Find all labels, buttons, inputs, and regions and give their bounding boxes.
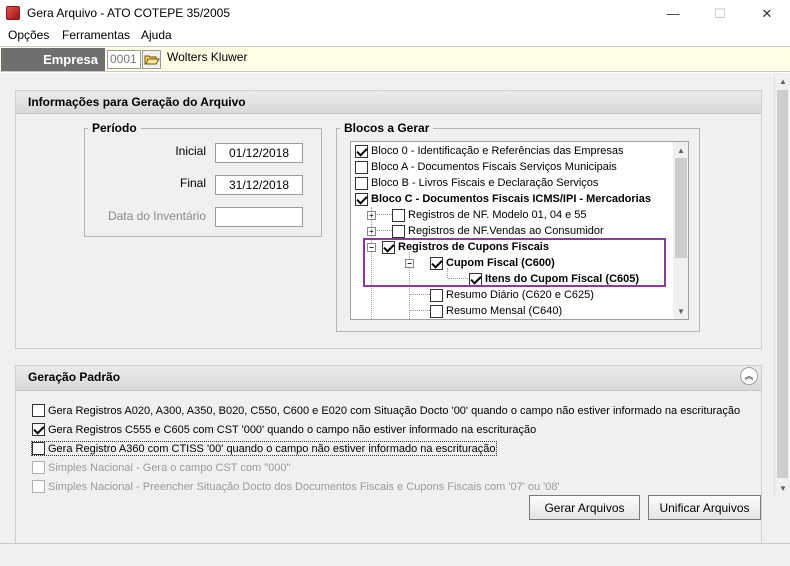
checkbox-resumo-diario[interactable]: [430, 288, 443, 302]
checkbox-nf-modelo[interactable]: [392, 208, 405, 222]
close-button[interactable]: ✕: [744, 0, 790, 27]
checkbox-option-5: [32, 480, 45, 493]
checkbox-bloco-b[interactable]: [355, 176, 368, 190]
periodo-title: Período: [88, 121, 141, 135]
blocos-tree: Bloco 0 - Identificação e Referências da…: [350, 141, 689, 320]
checkbox-bloco-a[interactable]: [355, 160, 368, 174]
window-title: Gera Arquivo - ATO COTEPE 35/2005: [27, 6, 230, 20]
tree-scroll-up-icon[interactable]: ▲: [673, 142, 688, 158]
tree-item-resumo-diario[interactable]: Resumo Diário (C620 e C625): [430, 287, 594, 303]
scroll-down-arrow-icon[interactable]: ▼: [775, 480, 790, 496]
option-cst-000[interactable]: Gera Registros C555 e C605 com CST '000'…: [32, 423, 536, 436]
maximize-button[interactable]: ☐: [697, 0, 743, 27]
menu-opcoes[interactable]: Opções: [8, 28, 49, 42]
tree-item-label: Resumo Mensal (C640): [446, 305, 563, 317]
geracao-panel-title: Geração Padrão: [16, 366, 761, 391]
checkbox-option-4: [32, 461, 45, 474]
option-label: Gera Registros A020, A300, A350, B020, C…: [48, 404, 741, 417]
empresa-name: Wolters Kluwer: [167, 50, 248, 64]
checkbox-bloco-0[interactable]: [355, 144, 368, 158]
scroll-thumb[interactable]: [777, 90, 788, 478]
empresa-code-field[interactable]: 0001: [107, 50, 141, 69]
chevron-double-up-icon[interactable]: ︽: [740, 367, 758, 385]
scroll-up-arrow-icon[interactable]: ▲: [775, 73, 790, 89]
final-date-field[interactable]: 31/12/2018: [215, 175, 303, 195]
tree-item-bloco-b[interactable]: Bloco B - Livros Fiscais e Declaração Se…: [355, 175, 598, 191]
app-icon: [6, 6, 20, 20]
option-simples-cst: Simples Nacional - Gera o campo CST com …: [32, 461, 290, 474]
checkbox-bloco-c[interactable]: [355, 192, 368, 206]
tree-item-resumo-mensal[interactable]: Resumo Mensal (C640): [430, 303, 562, 319]
checkbox-option-1[interactable]: [32, 404, 45, 417]
inventario-label: Data do Inventário: [107, 209, 206, 223]
info-panel-title: Informações para Geração do Arquivo: [16, 91, 761, 114]
tree-item-label: Registros de NF. Modelo 01, 04 e 55: [408, 209, 587, 221]
tree-item-label: Registros de NF.Vendas ao Consumidor: [408, 225, 604, 237]
checkbox-option-2[interactable]: [32, 423, 45, 436]
inventario-date-field[interactable]: [215, 207, 303, 227]
empresa-label: Empresa: [1, 48, 105, 71]
option-situacao-docto[interactable]: Gera Registros A020, A300, A350, B020, C…: [32, 404, 740, 417]
empresa-bar: Empresa 0001 Wolters Kluwer: [0, 46, 790, 72]
inicial-label: Inicial: [175, 144, 206, 158]
gerar-arquivos-button[interactable]: Gerar Arquivos: [529, 495, 640, 520]
tree-scroll-down-icon[interactable]: ▼: [673, 303, 688, 319]
option-simples-situacao: Simples Nacional - Preencher Situação Do…: [32, 480, 560, 493]
unificar-arquivos-button[interactable]: Unificar Arquivos: [648, 495, 761, 520]
open-folder-icon[interactable]: [142, 50, 161, 69]
tree-item-label: Resumo Diário (C620 e C625): [446, 289, 594, 301]
minimize-button[interactable]: —: [650, 0, 696, 27]
option-label: Gera Registro A360 com CTISS '00' quando…: [48, 442, 496, 455]
menu-bar: Opções Ferramentas Ajuda: [0, 27, 790, 46]
main-scrollbar[interactable]: ▲ ▼: [774, 73, 790, 497]
tree-item-label: Bloco 0 - Identificação e Referências da…: [371, 145, 624, 157]
tree-item-label: Bloco A - Documentos Fiscais Serviços Mu…: [371, 161, 617, 173]
option-ctiss-00[interactable]: Gera Registro A360 com CTISS '00' quando…: [31, 441, 497, 456]
checkbox-nf-vendas[interactable]: [392, 224, 405, 238]
tree-item-bloco-c[interactable]: Bloco C - Documentos Fiscais ICMS/IPI - …: [355, 191, 651, 207]
tree-item-nf-modelo[interactable]: + Registros de NF. Modelo 01, 04 e 55: [367, 207, 587, 223]
inicial-date-field[interactable]: 01/12/2018: [215, 143, 303, 163]
tree-scroll-thumb[interactable]: [675, 158, 687, 258]
menu-ferramentas[interactable]: Ferramentas: [62, 28, 130, 42]
tree-item-label: Bloco B - Livros Fiscais e Declaração Se…: [371, 177, 599, 189]
blocos-title: Blocos a Gerar: [340, 121, 434, 135]
checkbox-resumo-mensal[interactable]: [430, 304, 443, 318]
tree-item-label: Bloco C - Documentos Fiscais ICMS/IPI - …: [371, 193, 651, 205]
tree-item-bloco-0[interactable]: Bloco 0 - Identificação e Referências da…: [355, 143, 624, 159]
title-bar: Gera Arquivo - ATO COTEPE 35/2005 — ☐ ✕: [0, 0, 790, 27]
highlight-box: [363, 238, 666, 287]
tree-scrollbar[interactable]: ▲ ▼: [673, 142, 688, 319]
checkbox-option-3[interactable]: [32, 442, 45, 455]
tree-item-nf-vendas[interactable]: + Registros de NF.Vendas ao Consumidor: [367, 223, 604, 239]
tree-item-bloco-a[interactable]: Bloco A - Documentos Fiscais Serviços Mu…: [355, 159, 617, 175]
final-label: Final: [179, 176, 206, 190]
expand-plus-icon[interactable]: +: [367, 210, 376, 220]
option-label: Simples Nacional - Gera o campo CST com …: [48, 461, 291, 474]
status-bar: [0, 543, 790, 566]
expand-plus-icon[interactable]: +: [367, 226, 376, 236]
menu-ajuda[interactable]: Ajuda: [141, 28, 172, 42]
option-label: Gera Registros C555 e C605 com CST '000'…: [48, 423, 537, 436]
option-label: Simples Nacional - Preencher Situação Do…: [48, 480, 560, 493]
